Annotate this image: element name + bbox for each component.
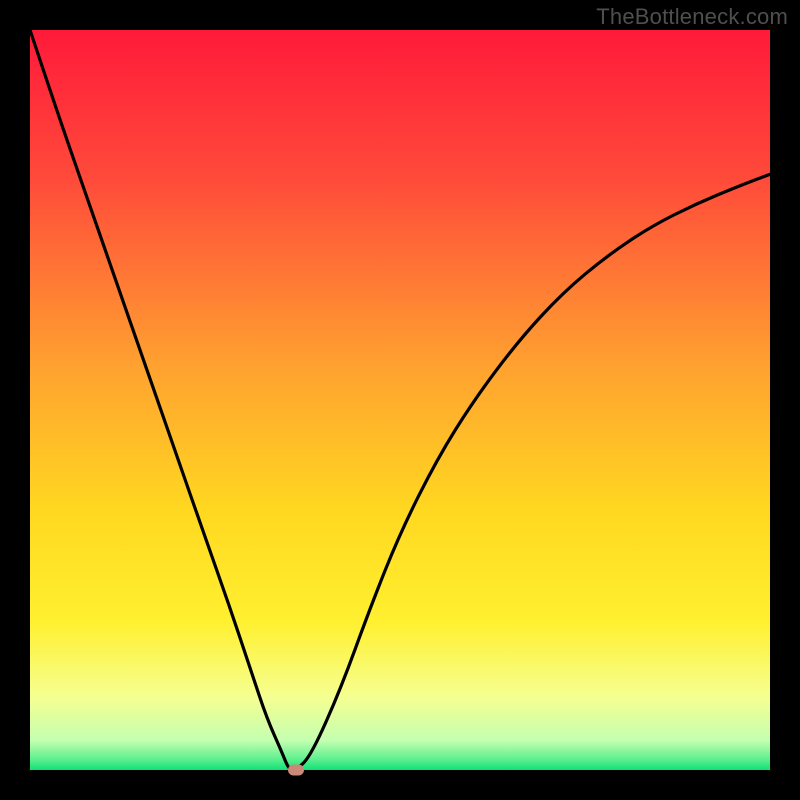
chart-frame: TheBottleneck.com	[0, 0, 800, 800]
watermark-text: TheBottleneck.com	[596, 4, 788, 30]
plot-area	[30, 30, 770, 770]
curve-layer	[30, 30, 770, 770]
optimal-point-marker	[288, 765, 304, 776]
bottleneck-curve	[30, 30, 770, 770]
